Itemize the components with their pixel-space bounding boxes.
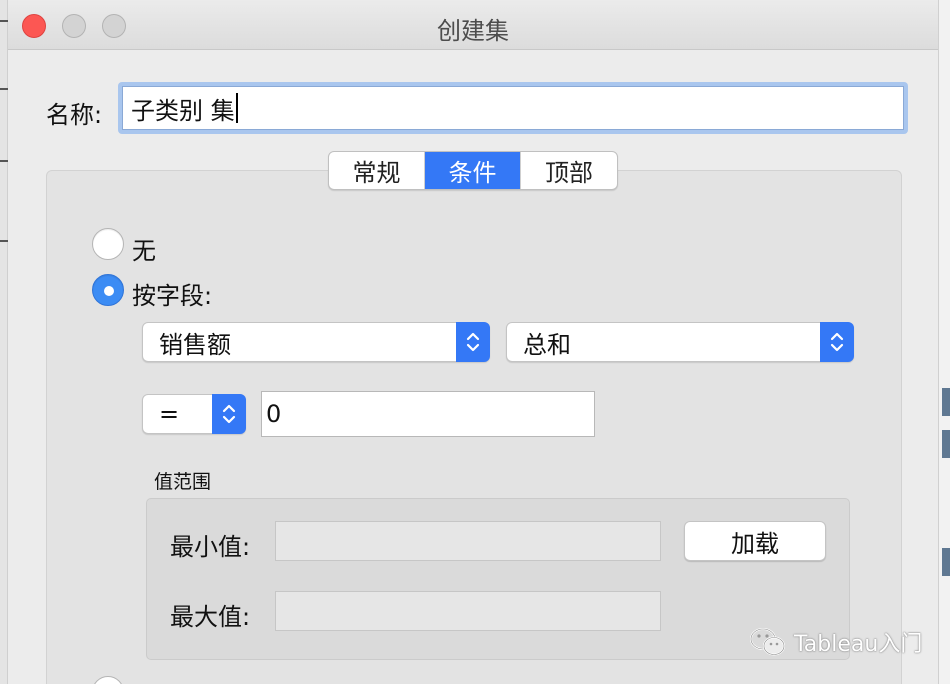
max-value-label: 最大值: (170, 603, 251, 631)
watermark-text: Tableau入门 (794, 632, 923, 657)
min-value-input (275, 521, 661, 561)
aggregation-select-value: 总和 (523, 330, 571, 359)
tab-top[interactable]: 顶部 (521, 152, 617, 189)
dialog-title: 创建集 (437, 17, 509, 45)
value-range-label: 值范围 (154, 471, 212, 493)
field-select-stepper[interactable] (456, 322, 490, 362)
radio-none[interactable] (92, 228, 124, 260)
title-bar: 创建集 (8, 0, 938, 50)
name-input[interactable]: 子类别 集 (122, 86, 904, 130)
radio-by-field[interactable] (92, 274, 124, 306)
background-block (942, 430, 950, 458)
text-caret (235, 93, 238, 123)
background-block (942, 388, 950, 416)
min-value-label: 最小值: (170, 533, 251, 561)
load-button[interactable]: 加载 (684, 521, 826, 561)
tab-general[interactable]: 常规 (329, 152, 425, 189)
name-input-value: 子类别 集 (131, 96, 235, 125)
aggregation-select-stepper[interactable] (820, 322, 854, 362)
tab-bar: 常规 条件 顶部 (328, 151, 618, 190)
background-window-left (0, 0, 8, 684)
background-mark (0, 20, 8, 22)
condition-value-input[interactable]: 0 (261, 391, 595, 437)
wechat-icon (750, 628, 785, 656)
background-window-right (938, 0, 950, 684)
name-input-focus-ring: 子类别 集 (118, 82, 908, 134)
up-down-chevron-icon (466, 332, 480, 352)
background-mark (0, 88, 8, 90)
up-down-chevron-icon (830, 332, 844, 352)
condition-value-text: 0 (266, 400, 282, 428)
background-mark (0, 240, 8, 242)
radio-by-field-label: 按字段: (132, 282, 213, 310)
background-block (942, 548, 950, 576)
field-select[interactable]: 销售额 (142, 322, 490, 362)
field-select-value: 销售额 (159, 330, 231, 359)
aggregation-select[interactable]: 总和 (506, 322, 854, 362)
watermark: Tableau入门 (748, 626, 922, 658)
max-value-input (275, 591, 661, 631)
up-down-chevron-icon (222, 404, 236, 424)
create-set-dialog: 创建集 名称: 子类别 集 常规 条件 顶部 无 按字段: 销售额 总和 = 0… (8, 0, 938, 684)
operator-select-stepper[interactable] (212, 394, 246, 434)
background-mark (0, 160, 8, 162)
tab-condition[interactable]: 条件 (425, 152, 521, 189)
operator-select[interactable]: = (142, 394, 246, 434)
operator-select-value: = (159, 400, 180, 428)
name-label: 名称: (46, 101, 103, 129)
radio-none-label: 无 (132, 237, 156, 265)
